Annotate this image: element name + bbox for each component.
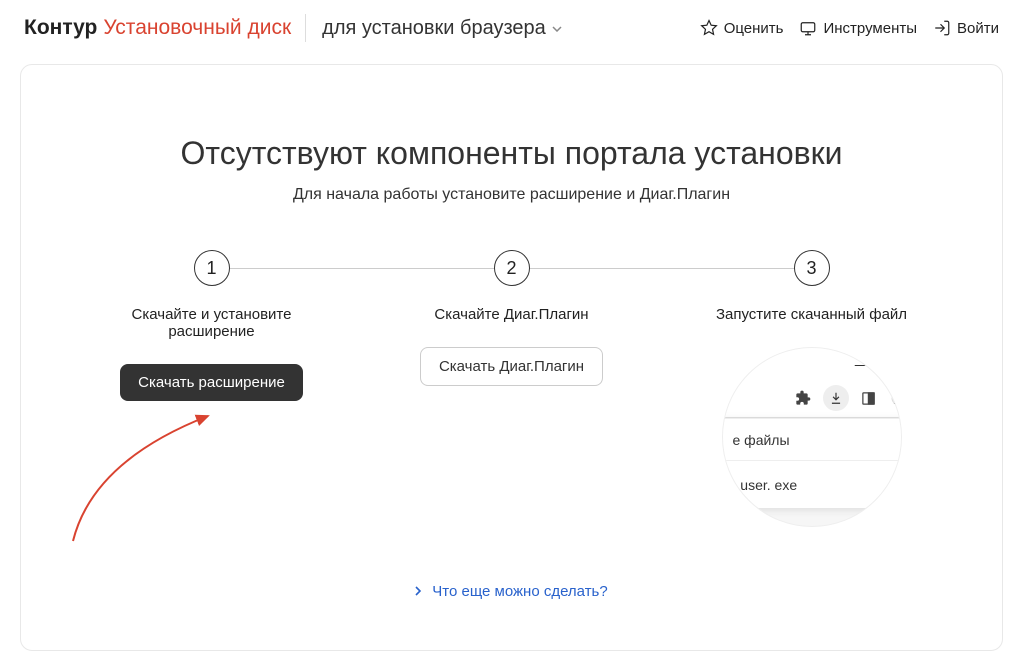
panel-icon [859,388,879,408]
rate-link[interactable]: Оценить [700,19,784,37]
browser-preview: — ✕ [722,347,902,527]
login-label: Войти [957,20,999,37]
login-icon [933,19,951,37]
chevron-right-icon [415,585,422,599]
main-card: Отсутствуют компоненты портала установки… [20,64,1003,651]
page-title: Отсутствуют компоненты портала установки [61,135,962,172]
chevron-down-icon [552,21,562,35]
brand-name: Контур [24,16,97,40]
app-header: Контур Установочный диск для установки б… [0,0,1023,56]
download-file-item: _user. exe [722,461,902,508]
extension-icon [793,388,813,408]
minimize-icon: — [855,356,869,373]
step-2: 2 Скачайте Диаг.Плагин Скачать Диаг.Плаг… [362,250,662,386]
download-file-name: _user. exe [733,477,798,493]
profile-icon [889,388,902,408]
folder-icon [894,475,902,494]
login-link[interactable]: Войти [933,19,999,37]
header-divider [305,14,306,42]
star-icon [700,19,718,37]
header-dropdown-label: для установки браузера [322,17,546,40]
step-3: 3 Запустите скачанный файл — ✕ [662,250,962,527]
download-plugin-button[interactable]: Скачать Диаг.Плагин [420,347,603,386]
download-icon [823,385,849,411]
tools-link[interactable]: Инструменты [799,19,917,37]
tools-label: Инструменты [823,20,917,37]
step-number-2: 2 [494,250,530,286]
downloads-popup-title: е файлы [733,432,790,448]
help-link[interactable]: Что еще можно сделать? [61,583,962,600]
step-2-label: Скачайте Диаг.Плагин [434,306,588,323]
brand-subtitle: Установочный диск [103,16,291,40]
step-3-label: Запустите скачанный файл [716,306,907,323]
help-link-label: Что еще можно сделать? [432,583,607,600]
download-extension-button[interactable]: Скачать расширение [120,364,303,401]
steps-row: 1 Скачайте и установите расширение Скача… [61,250,962,527]
step-number-1: 1 [194,250,230,286]
page-subtitle: Для начала работы установите расширение … [61,186,962,204]
header-dropdown[interactable]: для установки браузера [322,17,562,40]
step-1: 1 Скачайте и установите расширение Скача… [62,250,362,401]
step-1-label: Скачайте и установите расширение [112,306,312,340]
tools-icon [799,19,817,37]
maximize-icon [891,356,902,373]
step-number-3: 3 [794,250,830,286]
rate-label: Оценить [724,20,784,37]
